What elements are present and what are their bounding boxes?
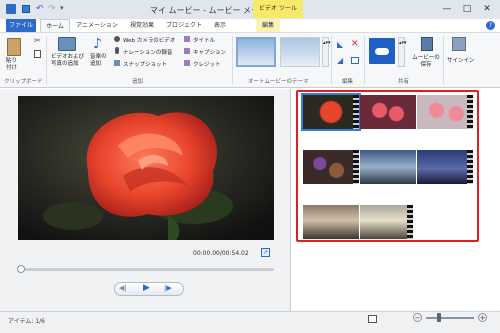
- redo-icon[interactable]: ↷: [48, 4, 56, 14]
- thumbnail-size-icon[interactable]: [368, 315, 377, 323]
- title-icon: [184, 36, 190, 42]
- webcam-video-button[interactable]: Web カメラのビデオ: [123, 36, 175, 44]
- clip-thumbnail: [360, 95, 416, 129]
- add-video-photo-button[interactable]: ビデオおよび写真の追加: [51, 54, 87, 68]
- zoom-out-button[interactable]: −: [413, 313, 422, 322]
- tab-view[interactable]: 表示: [208, 19, 232, 32]
- clip-thumbnail: [303, 150, 359, 184]
- share-scroll[interactable]: ▴▾▾: [398, 37, 407, 67]
- clip-thumbnail: [360, 205, 412, 239]
- rotate-icon[interactable]: ◣: [337, 40, 343, 49]
- rose-preview-image: [18, 96, 274, 240]
- add-video-photo-icon: [58, 37, 76, 51]
- app-icon: [6, 4, 16, 14]
- save-movie-button[interactable]: ムービーの保存: [412, 55, 440, 69]
- clip-thumbnail: [417, 150, 473, 184]
- storyboard-clip[interactable]: [303, 150, 473, 184]
- copy-icon[interactable]: [34, 50, 41, 58]
- clip-thumbnail: [417, 95, 473, 129]
- paste-icon: [7, 38, 21, 56]
- tab-visual-effects[interactable]: 視覚効果: [124, 19, 160, 32]
- credits-button[interactable]: クレジット: [193, 60, 221, 68]
- cut-icon[interactable]: ✂: [34, 36, 41, 45]
- clip-thumbnail: [303, 205, 359, 239]
- signin-icon: [452, 37, 466, 51]
- tab-project[interactable]: プロジェクト: [164, 19, 204, 32]
- contextual-tab-video-tools: ビデオ ツール: [253, 0, 303, 18]
- filmstrip-edge: [353, 150, 359, 184]
- ribbon-separator: [232, 36, 233, 84]
- webcam-icon: [114, 36, 120, 42]
- tab-home[interactable]: ホーム: [40, 19, 70, 32]
- minimize-button[interactable]: —: [438, 1, 456, 17]
- clip-thumbnail: [360, 150, 416, 184]
- add-music-button[interactable]: 音楽の追加: [90, 54, 110, 68]
- save-movie-icon: [421, 37, 433, 51]
- ribbon-separator: [46, 36, 47, 84]
- zoom-slider-track[interactable]: [426, 317, 474, 319]
- tab-file[interactable]: ファイル: [6, 19, 36, 32]
- seek-thumb[interactable]: [17, 265, 25, 273]
- theme-thumbnail[interactable]: [236, 37, 276, 67]
- undo-icon[interactable]: ↶: [36, 4, 44, 14]
- playback-time: 00:00.00/00:54.02: [193, 250, 249, 257]
- help-icon[interactable]: ?: [486, 21, 495, 30]
- rotate-right-icon[interactable]: ◢: [337, 56, 343, 65]
- play-button[interactable]: ▶: [143, 283, 150, 293]
- item-count: アイテム: 1/6: [8, 318, 45, 325]
- save-icon[interactable]: [22, 5, 30, 13]
- storyboard-clip[interactable]: [303, 205, 413, 239]
- clipboard-group-label: クリップボード: [4, 79, 43, 85]
- paste-button[interactable]: 貼り付け: [6, 58, 20, 72]
- cloud-icon: [375, 48, 389, 55]
- microphone-icon: [115, 47, 119, 54]
- add-group-label: 追加: [132, 79, 144, 85]
- storyboard-clip[interactable]: [301, 93, 473, 131]
- tab-animations[interactable]: アニメーション: [74, 19, 120, 32]
- caption-button[interactable]: キャプション: [193, 48, 226, 56]
- themes-group-label: オートムービーのテーマ: [248, 79, 309, 85]
- theme-thumbnail[interactable]: [280, 37, 320, 67]
- close-button[interactable]: ✕: [478, 1, 496, 17]
- filmstrip-edge: [467, 95, 473, 129]
- ribbon-separator: [331, 36, 332, 84]
- zoom-in-button[interactable]: +: [478, 313, 487, 322]
- share-group-label: 共有: [398, 79, 410, 85]
- fullscreen-icon[interactable]: ↗: [261, 248, 270, 257]
- record-narration-button[interactable]: ナレーションの録音: [123, 48, 172, 56]
- snapshot-icon: [114, 60, 120, 66]
- previous-frame-button[interactable]: ◀|: [119, 284, 127, 292]
- tab-edit[interactable]: 編集: [256, 19, 280, 32]
- next-frame-button[interactable]: |▶: [164, 284, 172, 292]
- theme-gallery-scroll[interactable]: ▴▾▾: [322, 37, 331, 67]
- seek-bar[interactable]: [20, 268, 274, 271]
- clip-thumbnail: [301, 93, 361, 131]
- filmstrip-edge: [353, 95, 359, 129]
- ribbon-separator: [364, 36, 365, 84]
- pane-divider[interactable]: [290, 89, 291, 311]
- snapshot-button[interactable]: スナップショット: [123, 60, 167, 68]
- title-button[interactable]: タイトル: [193, 36, 215, 44]
- remove-icon[interactable]: ✕: [351, 39, 359, 49]
- filmstrip-edge: [467, 150, 473, 184]
- zoom-slider-thumb[interactable]: [437, 313, 441, 322]
- filmstrip-edge: [407, 205, 413, 239]
- caption-icon: [184, 48, 190, 54]
- credits-icon: [184, 60, 190, 66]
- signin-button[interactable]: サインイン: [447, 56, 475, 64]
- quick-access-dropdown-icon[interactable]: ▾: [60, 4, 64, 12]
- ribbon-tab-bar: ファイル ホーム アニメーション 視覚効果 プロジェクト 表示 編集 ?: [0, 19, 500, 32]
- select-all-icon[interactable]: [351, 57, 359, 64]
- status-bar: [0, 311, 500, 333]
- ribbon-separator: [443, 36, 444, 84]
- maximize-button[interactable]: □: [458, 1, 476, 17]
- editing-group-label: 編集: [342, 79, 354, 85]
- video-preview[interactable]: [18, 96, 274, 240]
- add-music-icon: ♪: [93, 36, 102, 52]
